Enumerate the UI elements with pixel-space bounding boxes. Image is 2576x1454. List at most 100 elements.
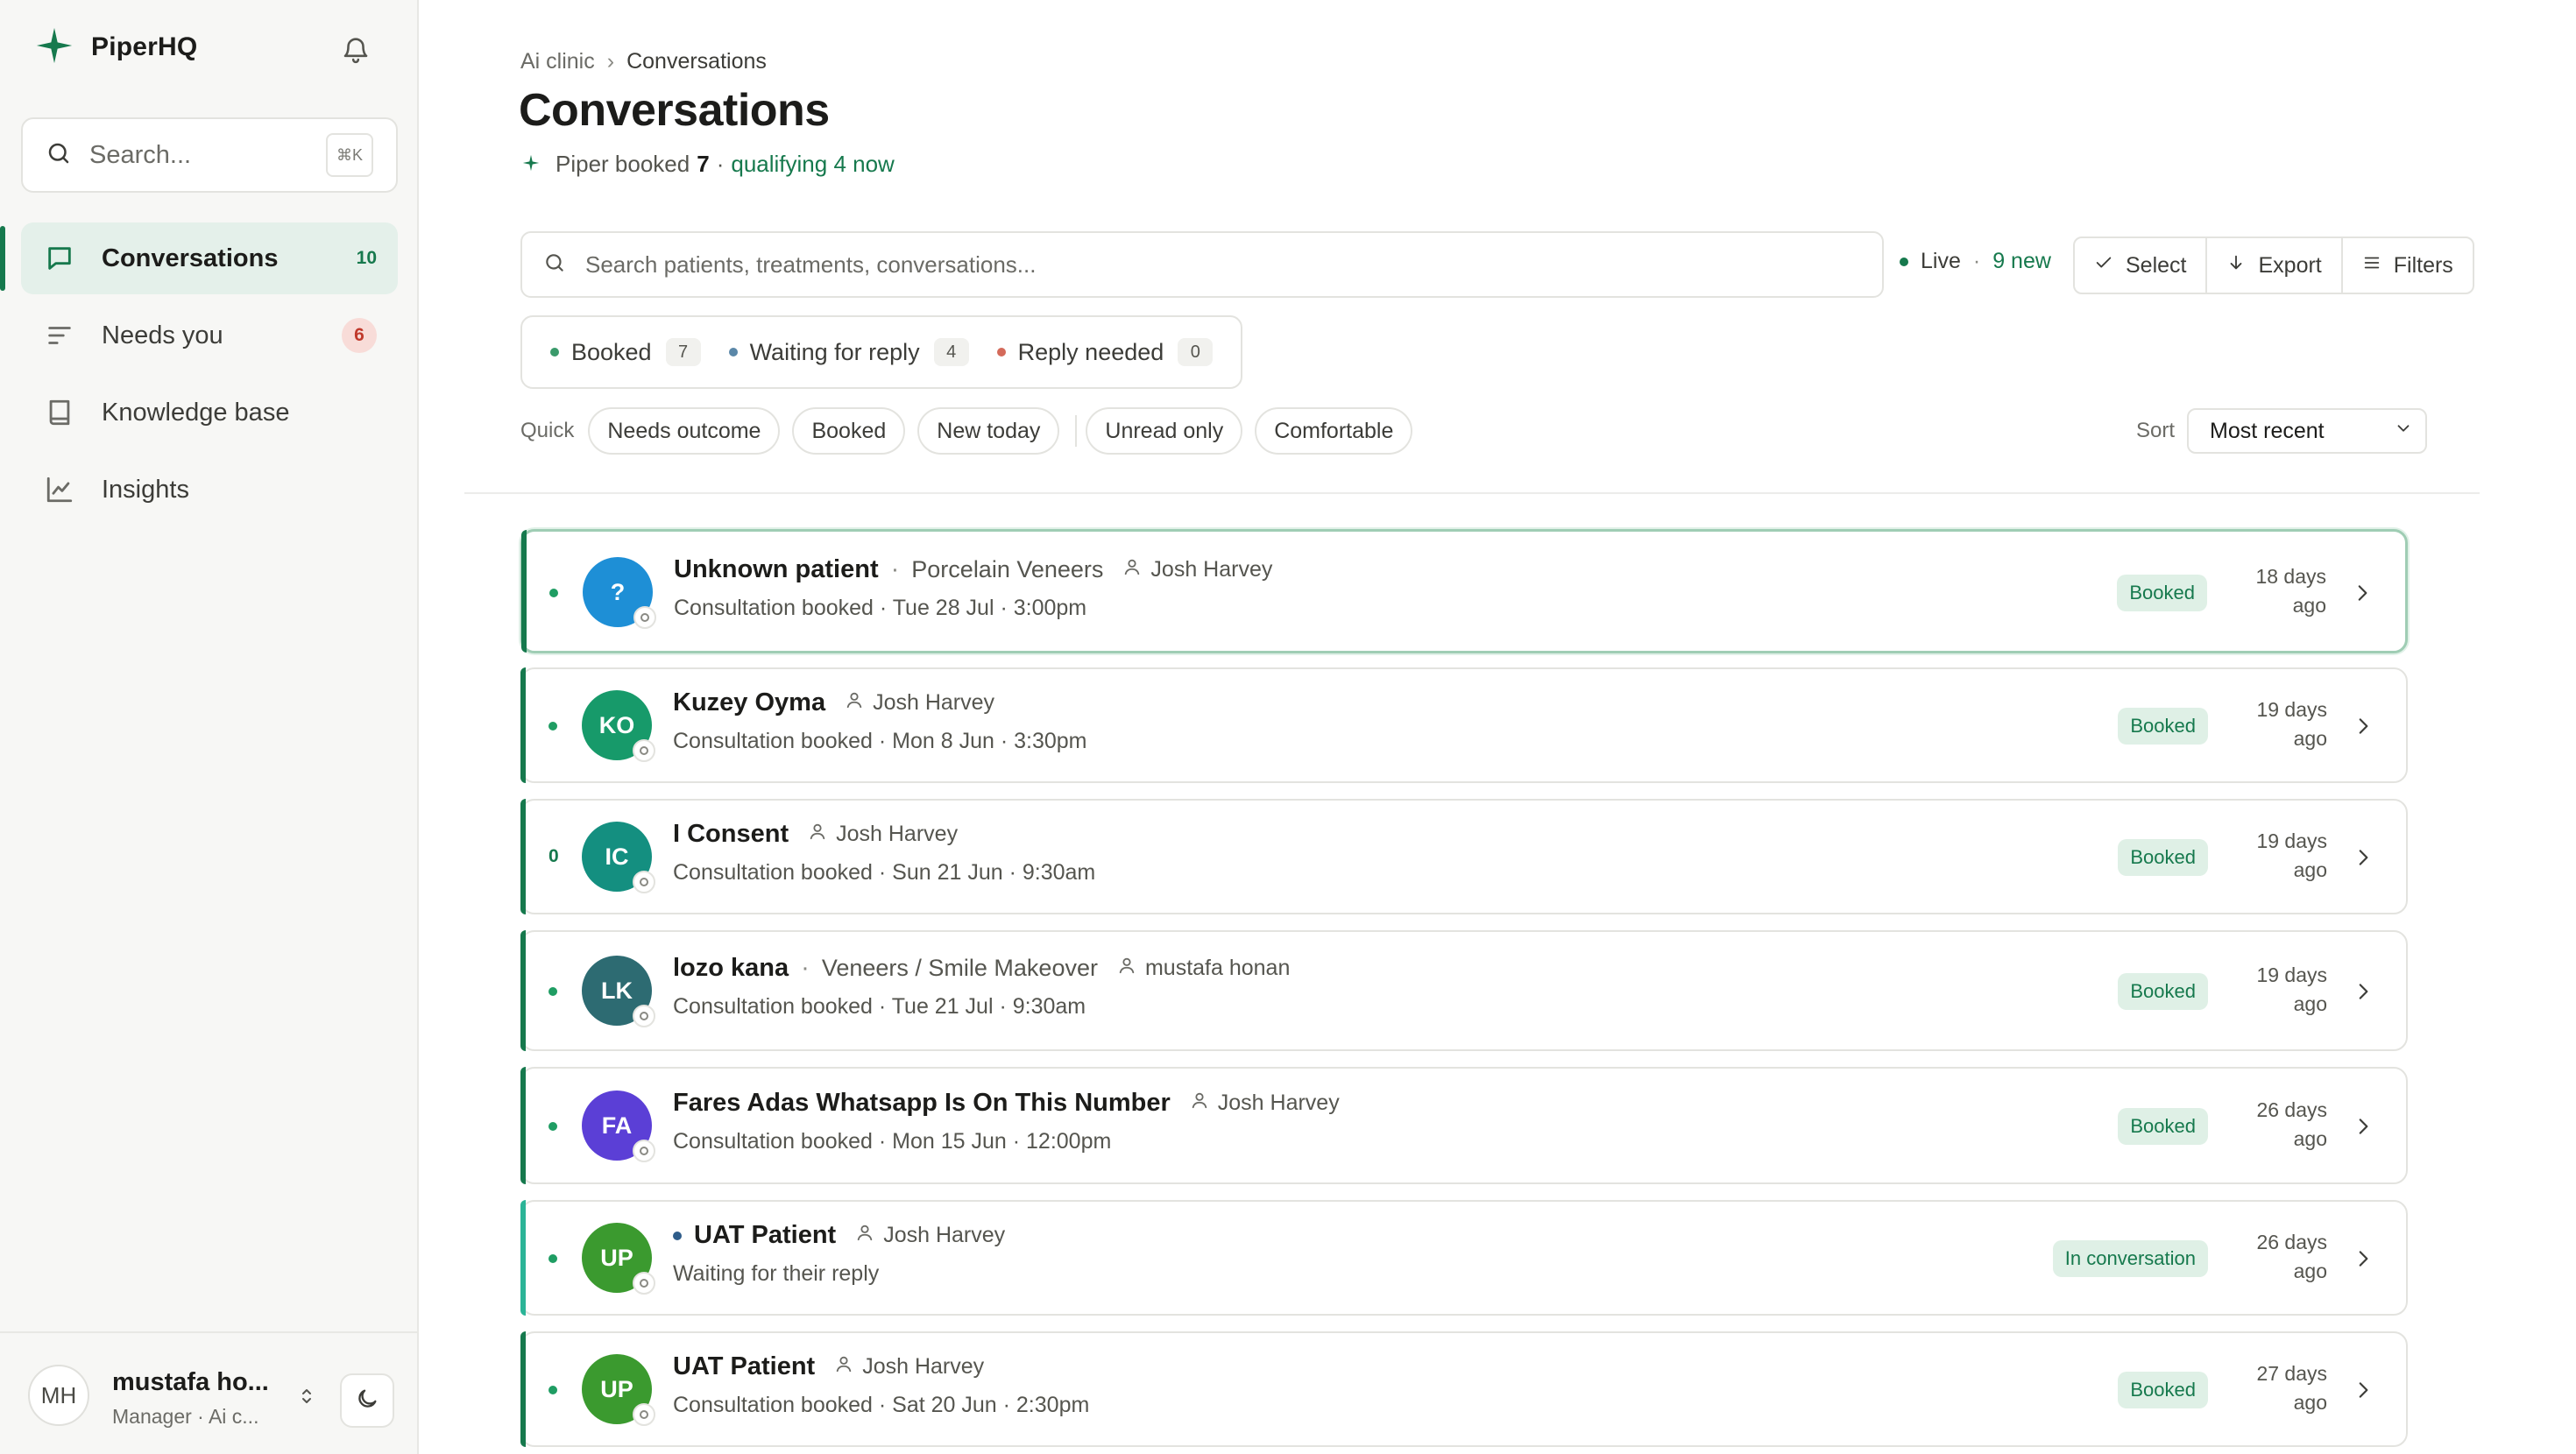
main-content: Ai clinic › Conversations Conversations …: [419, 0, 2576, 1454]
brand[interactable]: PiperHQ: [35, 26, 197, 68]
sidebar-item-knowledge-base[interactable]: Knowledge base: [21, 377, 398, 448]
conversation-row[interactable]: FA Fares Adas Whatsapp Is On This Number…: [520, 1067, 2408, 1184]
select-button[interactable]: Select: [2075, 238, 2208, 293]
timestamp-line: 27 days: [2256, 1362, 2327, 1385]
export-button[interactable]: Export: [2207, 238, 2343, 293]
sidebar-item-needs-you[interactable]: Needs you 6: [21, 300, 398, 371]
status-badge: In conversation: [2052, 1240, 2208, 1277]
status-badge: Booked: [2118, 973, 2208, 1010]
download-arrow-icon: [2226, 253, 2246, 279]
status-badge: Booked: [2118, 839, 2208, 876]
timestamp: 26 days ago: [2240, 1228, 2327, 1286]
tab-booked[interactable]: Booked 7: [536, 338, 715, 366]
timestamp-line: ago: [2293, 1127, 2327, 1150]
sidebar-item-conversations[interactable]: Conversations 10: [0, 222, 398, 294]
chip-needs-outcome[interactable]: Needs outcome: [588, 407, 781, 455]
filter-lines-icon: [2362, 253, 2381, 279]
chevron-right-icon[interactable]: [2350, 978, 2376, 1005]
shortcut-hint: ⌘K: [326, 133, 373, 177]
lines-icon: [42, 318, 77, 353]
avatar-initials: UP: [600, 1375, 633, 1402]
timestamp-line: ago: [2293, 858, 2327, 881]
conversation-row[interactable]: UP UAT Patient Josh Harvey Consultation …: [520, 1331, 2408, 1447]
chevron-right-icon[interactable]: [2349, 580, 2375, 606]
chevron-right-icon[interactable]: [2350, 713, 2376, 739]
status-tabs: Booked 7 Waiting for reply 4 Reply neede…: [520, 315, 1243, 389]
filters-label: Filters: [2393, 252, 2453, 278]
summary-booked-count: 7: [697, 151, 710, 177]
timestamp-line: 26 days: [2256, 1231, 2327, 1253]
book-icon: [42, 395, 77, 430]
conversation-row[interactable]: KO Kuzey Oyma Josh Harvey Consultation b…: [520, 667, 2408, 783]
timestamp-line: ago: [2293, 992, 2327, 1015]
chevron-right-icon[interactable]: [2350, 844, 2376, 871]
chart-icon: [42, 472, 77, 507]
conversation-row[interactable]: ? Unknown patient · Porcelain Veneers Jos…: [520, 529, 2408, 653]
timestamp-line: ago: [2293, 727, 2327, 750]
breadcrumb: Ai clinic › Conversations: [520, 49, 767, 74]
avatar: ?: [583, 557, 656, 629]
chip-new-today[interactable]: New today: [917, 407, 1060, 455]
person-icon: [845, 690, 864, 716]
sidebar-item-insights[interactable]: Insights: [21, 454, 398, 526]
patient-name: lozo kana: [673, 954, 789, 982]
row-title: Unknown patient · Porcelain Veneers Josh …: [674, 555, 1272, 584]
treatment: Porcelain Veneers: [911, 556, 1104, 582]
timestamp: 27 days ago: [2240, 1359, 2327, 1417]
sort-select[interactable]: Most recent: [2187, 408, 2428, 454]
notifications-bell-icon[interactable]: [336, 30, 375, 68]
chevron-right-icon[interactable]: [2350, 1377, 2376, 1403]
user-role: Manager · Ai c...: [112, 1405, 259, 1428]
new-count-link[interactable]: 9 new: [1992, 249, 2051, 274]
chip-unread-only[interactable]: Unread only: [1086, 407, 1243, 455]
assignee: mustafa honan: [1117, 956, 1290, 981]
assignee: Josh Harvey: [855, 1223, 1005, 1248]
chip-comfortable[interactable]: Comfortable: [1255, 407, 1413, 455]
chevron-right-icon[interactable]: [2350, 1113, 2376, 1140]
conversation-search-input[interactable]: Search patients, treatments, conversatio…: [520, 231, 1884, 298]
assignee-name: Josh Harvey: [873, 690, 995, 715]
tab-count: 0: [1178, 338, 1214, 366]
conversation-row[interactable]: UP UAT Patient Josh Harvey Waiting for t…: [520, 1200, 2408, 1316]
avatar[interactable]: MH: [28, 1365, 89, 1426]
filters-button[interactable]: Filters: [2343, 238, 2473, 293]
user-name: mustafa ho...: [112, 1368, 269, 1396]
assignee: Josh Harvey: [834, 1354, 984, 1380]
conversation-row[interactable]: LK lozo kana · Veneers / Smile Makeover m…: [520, 930, 2408, 1051]
patient-name: UAT Patient: [694, 1221, 837, 1249]
row-title: UAT Patient Josh Harvey: [673, 1352, 984, 1381]
status-badge: Booked: [2118, 1372, 2208, 1408]
status-dot: [550, 348, 559, 356]
chevron-up-down-icon[interactable]: [293, 1382, 321, 1410]
channel-icon: [633, 1272, 655, 1295]
avatar-initials: UP: [600, 1244, 633, 1271]
assignee: Josh Harvey: [1122, 557, 1272, 582]
page-title: Conversations: [519, 85, 830, 136]
toolbar-actions: Select Export Filters: [2073, 236, 2474, 294]
assignee: Josh Harvey: [808, 822, 958, 847]
name-separator: ·: [890, 555, 900, 583]
sidebar-nav: Conversations 10 Needs you 6 Knowledge b…: [0, 222, 398, 531]
channel-icon: [633, 606, 656, 629]
check-icon: [2094, 253, 2113, 279]
tab-waiting-for-reply[interactable]: Waiting for reply 4: [715, 338, 983, 366]
person-icon: [1122, 557, 1142, 582]
chevron-right-icon[interactable]: [2350, 1246, 2376, 1272]
tab-reply-needed[interactable]: Reply needed 0: [983, 338, 1228, 366]
channel-icon: [633, 739, 655, 762]
assignee-name: Josh Harvey: [836, 822, 959, 846]
export-label: Export: [2258, 252, 2322, 278]
conversations-count: 10: [356, 248, 377, 268]
status-badge: Booked: [2118, 1108, 2208, 1145]
conversation-row[interactable]: 0 IC I Consent Josh Harvey Consultation …: [520, 799, 2408, 914]
dark-mode-toggle[interactable]: [340, 1373, 394, 1428]
sidebar-search-placeholder: Search...: [89, 140, 192, 169]
patient-name: I Consent: [673, 820, 789, 848]
avatar-initials: ?: [610, 578, 626, 605]
sidebar-search-input[interactable]: Search... ⌘K: [21, 117, 398, 193]
chip-booked[interactable]: Booked: [792, 407, 906, 455]
breadcrumb-clinic[interactable]: Ai clinic: [520, 49, 595, 74]
user-profile: MH mustafa ho... Manager · Ai c...: [0, 1331, 419, 1454]
live-separator: ·: [1972, 249, 1981, 273]
summary-prefix: Piper booked: [556, 151, 690, 177]
